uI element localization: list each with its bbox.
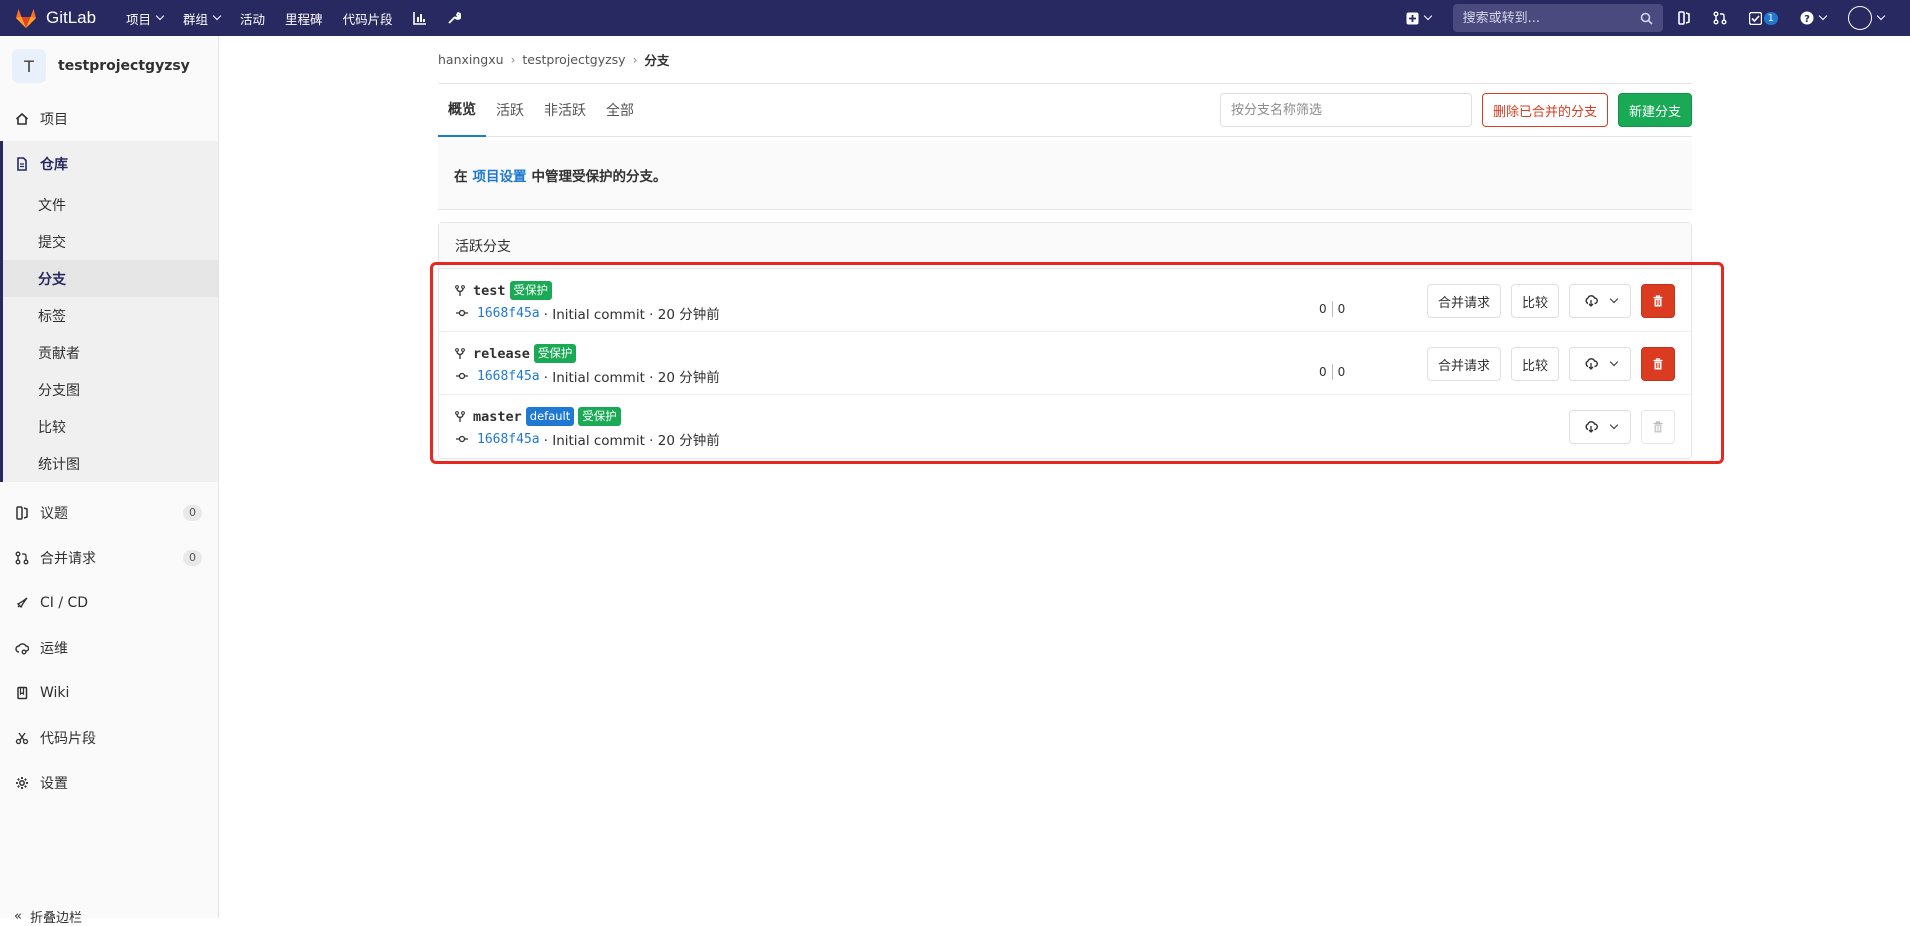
analytics-icon[interactable] xyxy=(412,11,427,25)
project-avatar: T xyxy=(12,49,46,83)
brand-name: GitLab xyxy=(46,8,97,27)
user-menu-dropdown[interactable] xyxy=(1848,6,1886,30)
sidebar-item-label: 代码片段 xyxy=(40,730,96,747)
project-settings-link[interactable]: 项目设置 xyxy=(473,165,527,185)
sidebar-item-ci-cd[interactable]: CI / CD xyxy=(0,580,218,625)
top-navbar: GitLab 项目 群组 活动 里程碑 代码片段 1 ? xyxy=(0,0,1910,36)
new-branch-button[interactable]: 新建分支 xyxy=(1617,93,1692,127)
book-icon xyxy=(14,685,30,701)
sidebar-sub-graph[interactable]: 分支图 xyxy=(3,371,218,408)
navbar-right: 1 ? xyxy=(1406,0,1910,36)
svg-text:?: ? xyxy=(1804,14,1810,25)
search-icon xyxy=(1640,12,1653,25)
todo-check-icon xyxy=(1748,11,1762,25)
sidebar-item-label: 设置 xyxy=(40,775,68,792)
chevron-down-icon xyxy=(1876,11,1886,21)
nav-snippets-link[interactable]: 代码片段 xyxy=(343,9,393,28)
breadcrumb-owner[interactable]: hanxingxu xyxy=(438,52,504,67)
sidebar-sub-commits[interactable]: 提交 xyxy=(3,223,218,260)
document-icon xyxy=(14,156,30,172)
admin-wrench-icon[interactable] xyxy=(447,11,461,25)
todo-count-badge: 1 xyxy=(1763,11,1778,25)
sidebar-item-repository[interactable]: 仓库 xyxy=(3,141,218,186)
new-item-dropdown[interactable] xyxy=(1406,11,1432,25)
issues-icon xyxy=(14,505,30,521)
help-icon: ? xyxy=(1800,11,1814,25)
issues-count-badge: 0 xyxy=(183,504,202,521)
home-icon xyxy=(14,111,30,127)
nav-projects-dropdown[interactable]: 项目 xyxy=(126,9,165,28)
chevron-down-icon xyxy=(155,11,165,21)
sidebar-sub-branches[interactable]: 分支 xyxy=(3,260,218,297)
gear-icon xyxy=(14,775,30,791)
sidebar-sub-contributors[interactable]: 贡献者 xyxy=(3,334,218,371)
sidebar-section-repository: 仓库 文件 提交 分支 标签 贡献者 分支图 比较 统计图 xyxy=(0,141,218,482)
plus-square-icon xyxy=(1406,12,1419,24)
merge-request-icon xyxy=(14,550,30,566)
annotation-highlight-box xyxy=(430,262,1724,464)
gitlab-logo-icon xyxy=(16,9,36,28)
project-sidebar: T testprojectgyzsy 项目 仓库 文件 提交 分支 标签 贡献者… xyxy=(0,36,219,926)
collapse-sidebar-label: 折叠边栏 xyxy=(29,911,82,926)
sidebar-item-wiki[interactable]: Wiki xyxy=(0,670,218,715)
double-chevron-left-icon: « xyxy=(14,909,22,924)
snippet-icon xyxy=(14,730,30,746)
chevron-right-icon: › xyxy=(632,52,638,67)
search-input[interactable] xyxy=(1462,10,1640,26)
sidebar-item-label: 合并请求 xyxy=(40,550,96,567)
nav-activity-link[interactable]: 活动 xyxy=(240,9,265,28)
tab-stale[interactable]: 非活跃 xyxy=(534,84,596,137)
sidebar-item-label: 项目 xyxy=(40,111,68,128)
delete-merged-branches-button[interactable]: 删除已合并的分支 xyxy=(1481,93,1608,127)
info-prefix: 在 xyxy=(454,168,468,185)
info-suffix: 中管理受保护的分支。 xyxy=(531,168,667,185)
tab-active[interactable]: 活跃 xyxy=(486,84,534,137)
sidebar-item-snippets[interactable]: 代码片段 xyxy=(0,715,218,760)
sidebar-item-merge-requests[interactable]: 合并请求 0 xyxy=(0,535,218,580)
collapse-sidebar-button[interactable]: « 折叠边栏 xyxy=(14,907,82,926)
sidebar-project-header[interactable]: T testprojectgyzsy xyxy=(0,36,218,96)
nav-groups-label: 群组 xyxy=(183,11,209,27)
protected-branches-info: 在 项目设置 中管理受保护的分支。 xyxy=(438,140,1692,210)
sidebar-item-label: Wiki xyxy=(40,684,70,701)
tab-actions: 删除已合并的分支 新建分支 xyxy=(1219,93,1692,127)
user-avatar xyxy=(1848,6,1872,30)
merge-request-icon[interactable] xyxy=(1713,11,1727,25)
sidebar-item-label: 运维 xyxy=(40,640,68,657)
sidebar-item-label: CI / CD xyxy=(40,594,89,611)
breadcrumb-current[interactable]: 分支 xyxy=(644,50,669,69)
breadcrumb: hanxingxu › testprojectgyzsy › 分支 xyxy=(438,36,1692,84)
help-dropdown[interactable]: ? xyxy=(1800,11,1828,25)
sidebar-sub-compare[interactable]: 比较 xyxy=(3,408,218,445)
sidebar-item-project[interactable]: 项目 xyxy=(0,96,218,141)
sidebar-sub-files[interactable]: 文件 xyxy=(3,186,218,223)
sidebar-item-label: 议题 xyxy=(40,505,68,522)
nav-milestones-link[interactable]: 里程碑 xyxy=(285,9,323,28)
project-name: testprojectgyzsy xyxy=(58,58,190,74)
merge-requests-count-badge: 0 xyxy=(183,549,202,566)
cloud-gear-icon xyxy=(14,640,30,656)
sidebar-item-operations[interactable]: 运维 xyxy=(0,625,218,670)
sidebar-item-settings[interactable]: 设置 xyxy=(0,760,218,805)
tab-all[interactable]: 全部 xyxy=(596,84,644,137)
sidebar-item-issues[interactable]: 议题 0 xyxy=(0,490,218,535)
gitlab-home-link[interactable]: GitLab xyxy=(14,6,126,30)
branch-tabs: 概览 活跃 非活跃 全部 删除已合并的分支 新建分支 xyxy=(438,84,1692,137)
branch-filter-input[interactable] xyxy=(1219,93,1472,127)
nav-projects-label: 项目 xyxy=(126,11,152,27)
todos-button[interactable]: 1 xyxy=(1748,11,1778,25)
chevron-down-icon xyxy=(212,11,222,21)
sidebar-sub-charts[interactable]: 统计图 xyxy=(3,445,218,482)
tab-overview[interactable]: 概览 xyxy=(438,84,486,137)
chevron-right-icon: › xyxy=(510,52,516,67)
sidebar-item-label: 仓库 xyxy=(40,156,68,173)
chevron-down-icon xyxy=(1818,11,1828,21)
search-box xyxy=(1452,4,1663,32)
nav-groups-dropdown[interactable]: 群组 xyxy=(183,9,222,28)
breadcrumb-project[interactable]: testprojectgyzsy xyxy=(522,52,625,67)
issues-icon[interactable] xyxy=(1677,11,1691,25)
sidebar-sub-tags[interactable]: 标签 xyxy=(3,297,218,334)
rocket-icon xyxy=(14,595,30,611)
chevron-down-icon xyxy=(1423,11,1432,21)
